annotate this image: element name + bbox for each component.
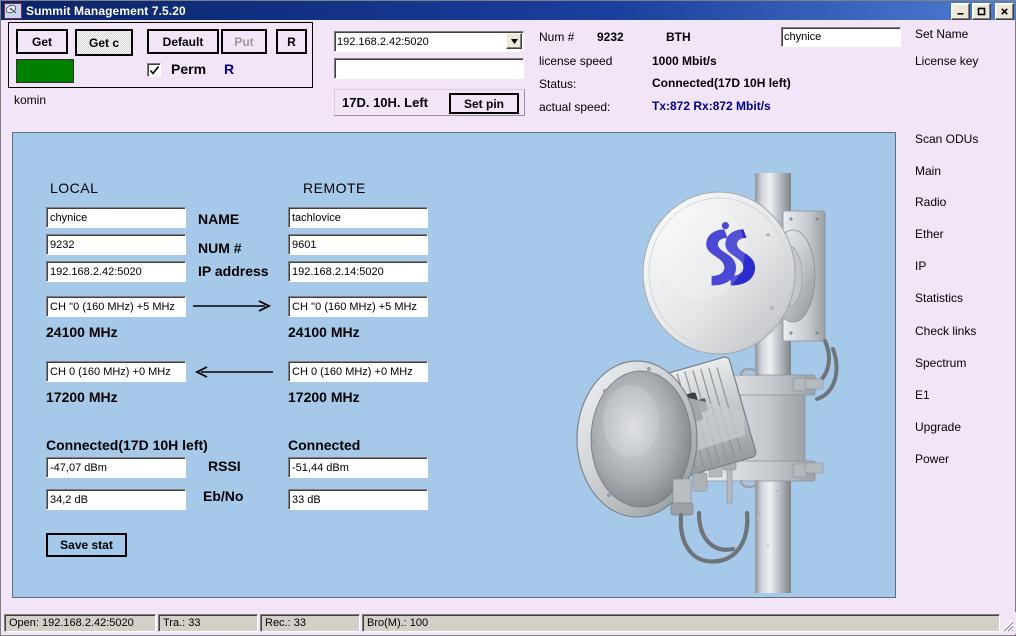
local-rssi-field[interactable]: -47,07 dBm [46,457,186,478]
default-button[interactable]: Default [147,29,219,54]
license-pin-panel: 17D. 10H. Left Set pin [334,89,525,116]
local-ebno-field[interactable]: 34,2 dB [46,489,186,510]
satellite-dish-icon [4,2,22,19]
rssi-row-label: RSSI [208,458,241,474]
local-rx-channel-field[interactable]: CH 0 (160 MHz) +0 MHz [46,361,186,382]
set-pin-button[interactable]: Set pin [449,93,519,114]
device-control-group: Get Get c Default Put R Perm R [8,22,313,88]
ip-row-label: IP address [198,263,269,279]
microwave-antenna-photo [576,173,839,593]
remote-name-field[interactable]: tachlovice [288,207,428,228]
license-key-button[interactable]: License key [915,54,993,77]
status-transmitted-cell: Tra.: 33 [158,614,258,632]
minimize-button[interactable] [951,3,970,20]
checkmark-icon [149,65,159,75]
status-broadcast-cell: Bro(M).: 100 [362,614,1000,632]
r-button[interactable]: R [276,29,307,54]
device-name-input[interactable]: chynice [781,27,901,47]
local-tx-frequency: 24100 MHz [46,324,118,340]
license-time-left-label: 17D. 10H. Left [342,95,428,110]
main-button[interactable]: Main [915,164,993,187]
device-name-value: chynice [781,27,901,47]
perm-r-indicator: R [224,61,235,77]
remote-link-state: Connected [288,437,361,453]
arrow-left-icon [194,366,273,378]
maximize-button[interactable] [972,3,991,20]
radio-button[interactable]: Radio [915,195,993,218]
status-indicator [16,59,74,83]
local-ip-field[interactable]: 192.168.2.42:5020 [46,261,186,282]
ip-button[interactable]: IP [915,259,993,282]
remote-column-heading: REMOTE [303,180,366,196]
put-button[interactable]: Put [221,29,267,54]
mode-value: BTH [666,30,691,44]
pin-input[interactable] [334,58,524,79]
remote-rx-channel-field[interactable]: CH 0 (160 MHz) +0 MHz [288,361,428,382]
perm-checkbox[interactable] [147,63,161,77]
status-bar: Open: 192.168.2.42:5020 Tra.: 33 Rec.: 3… [2,612,1016,634]
actual-speed-label: actual speed: [539,100,611,114]
actual-speed-value: Tx:872 Rx:872 Mbit/s [652,99,771,113]
remote-tx-channel-field[interactable]: CH ''0 (160 MHz) +5 MHz [288,296,428,317]
license-speed-value: 1000 Mbit/s [652,54,717,68]
arrow-right-icon [193,300,272,312]
perm-label: Perm [171,61,207,77]
check-links-button[interactable]: Check links [915,324,993,347]
resize-grip-icon[interactable] [1000,618,1014,632]
remote-rssi-field[interactable]: -51,44 dBm [288,457,428,478]
upgrade-button[interactable]: Upgrade [915,420,993,443]
local-num-field[interactable]: 9232 [46,234,186,255]
title-bar: Summit Management 7.5.20 [1,1,1016,20]
window-controls [951,3,1014,20]
local-column-heading: LOCAL [50,180,99,196]
set-name-button[interactable]: Set Name [915,27,993,50]
close-button[interactable] [995,3,1014,20]
link-overview-panel: LOCAL REMOTE NAME NUM # IP address RSSI … [12,132,896,598]
remote-tx-frequency: 24100 MHz [288,324,360,340]
status-received-cell: Rec.: 33 [260,614,360,632]
status-value: Connected(17D 10H left) [652,76,791,90]
statistics-button[interactable]: Statistics [915,291,993,314]
remote-num-field[interactable]: 9601 [288,234,428,255]
ether-button[interactable]: Ether [915,227,993,250]
local-tx-channel-field[interactable]: CH ''0 (160 MHz) +5 MHz [46,296,186,317]
remote-ip-field[interactable]: 192.168.2.14:5020 [288,261,428,282]
get-button[interactable]: Get [16,29,68,54]
local-link-state: Connected(17D 10H left) [46,437,208,453]
ebno-row-label: Eb/No [203,488,244,504]
license-speed-label: license speed [539,54,613,68]
name-row-label: NAME [198,211,240,227]
application-window: Summit Management 7.5.20 Get Get c Defau… [0,0,1016,636]
num-row-label: NUM # [198,240,242,256]
site-name-label: komin [14,93,47,107]
power-button[interactable]: Power [915,452,993,475]
remote-rx-frequency: 17200 MHz [288,389,360,405]
address-combobox[interactable]: 192.168.2.42:5020 [334,31,524,52]
window-title: Summit Management 7.5.20 [26,3,186,18]
remote-ebno-field[interactable]: 33 dB [288,489,428,510]
status-label: Status: [539,77,577,91]
num-value: 9232 [597,30,624,44]
local-name-field[interactable]: chynice [46,207,186,228]
num-label: Num # [539,30,575,44]
chevron-down-icon[interactable] [506,33,522,49]
save-stat-button[interactable]: Save stat [46,533,127,557]
scan-odus-button[interactable]: Scan ODUs [915,132,993,155]
spectrum-button[interactable]: Spectrum [915,356,993,379]
local-rx-frequency: 17200 MHz [46,389,118,405]
get-c-button[interactable]: Get c [75,29,133,56]
address-combobox-value: 192.168.2.42:5020 [334,31,524,52]
status-open-cell: Open: 192.168.2.42:5020 [4,614,156,632]
pin-input-value [334,58,524,79]
e1-button[interactable]: E1 [915,388,993,411]
